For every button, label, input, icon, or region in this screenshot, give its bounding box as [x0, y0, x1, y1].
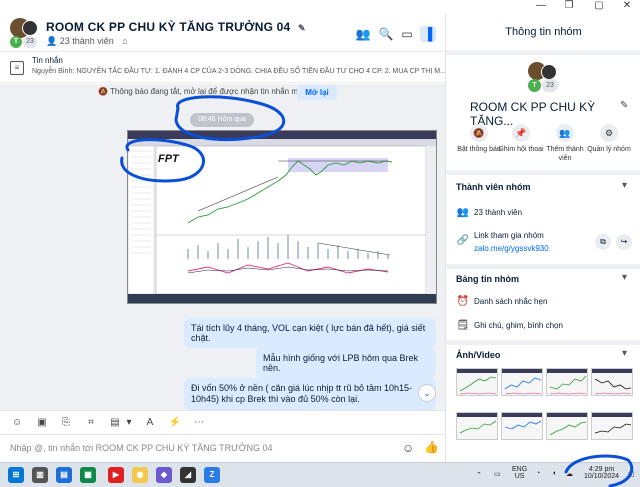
circle-annotation: [564, 454, 634, 487]
pen-annotations: [564, 454, 634, 487]
